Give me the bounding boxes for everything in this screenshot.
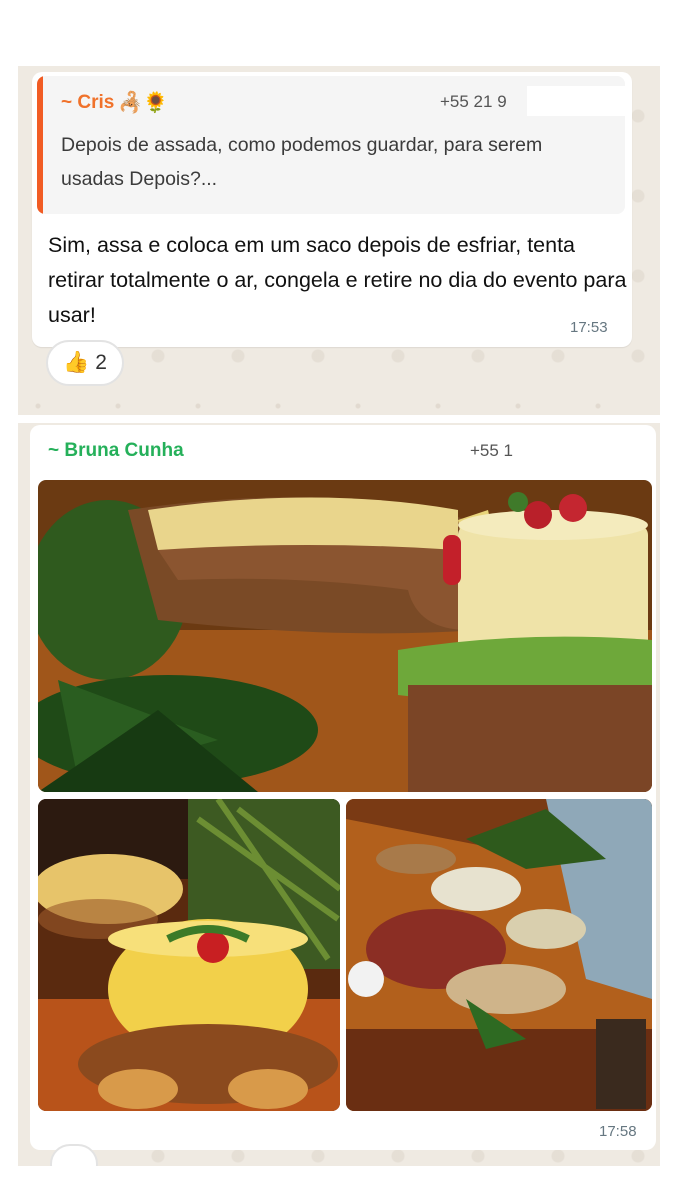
message-author[interactable]: ~ Bruna Cunha [48,440,184,462]
snacks-bowl-photo[interactable] [38,799,340,1111]
message-text: Sim, assa e coloca em um saco depois de … [48,233,627,327]
quote-author[interactable]: ~ Cris 🦂🌻 [61,90,168,115]
author-phone: +55 1 [470,441,514,460]
reaction-badge[interactable]: 👍 2 [46,340,124,386]
message-time: 17:58 [599,1123,637,1140]
reaction-count: 2 [95,351,107,374]
phone-redaction [540,433,650,461]
next-reaction-badge[interactable] [50,1144,100,1166]
quote-author-name: ~ Cris [61,91,115,113]
buffet-table-image [346,799,652,1111]
quote-author-emoji: 🦂🌻 [118,92,169,114]
snacks-bowl-image [38,799,340,1111]
message-time: 17:53 [570,319,608,336]
cheese-board-image [38,480,652,792]
quote-accent-bar [37,76,43,214]
message-bubble-media[interactable]: ~ Bruna Cunha +55 1 17:58 [30,425,656,1150]
phone-redaction [527,86,625,116]
thumbs-up-icon: 👍 [63,351,90,374]
quote-text: Depois de assada, como podemos guardar, … [61,134,543,190]
quote-phone: +55 21 9 [440,92,507,111]
cheese-board-photo[interactable] [38,480,652,792]
message-bubble-reply[interactable]: ~ Cris 🦂🌻 +55 21 9 Depois de assada, com… [32,72,632,347]
buffet-table-photo[interactable] [346,799,652,1111]
message-separator [18,415,660,423]
quoted-message[interactable]: ~ Cris 🦂🌻 +55 21 9 Depois de assada, com… [37,76,625,214]
